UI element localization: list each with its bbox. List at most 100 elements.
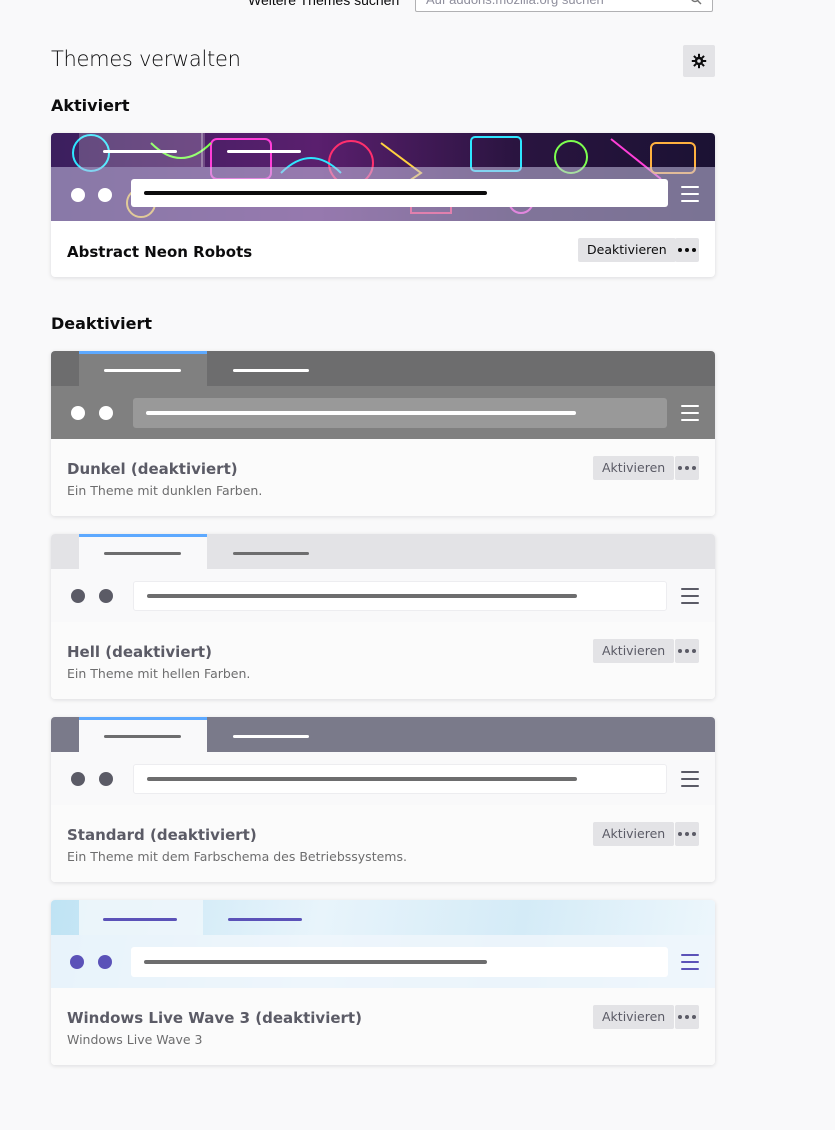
theme-card-default: Standard (deaktiviert) Ein Theme mit dem… [51,717,715,882]
toolbar-dot [99,589,113,603]
preview-active-tab [79,534,207,569]
toolbar-dot [99,406,113,420]
inactive-tab-line [233,735,309,738]
theme-name: Dunkel (deaktiviert) [67,460,238,478]
url-line [146,411,576,415]
enabled-heading: Aktiviert [51,96,130,115]
theme-description: Ein Theme mit dunklen Farben. [67,483,263,498]
theme-description: Windows Live Wave 3 [67,1032,203,1047]
enable-button[interactable]: Aktivieren [593,1005,675,1029]
dot [685,1015,689,1019]
url-line [144,960,487,964]
preview-toolbar [51,935,715,988]
theme-card-windows-live-wave: Windows Live Wave 3 (deaktiviert) Window… [51,900,715,1065]
tab-label-line [104,369,181,372]
dot [678,832,682,836]
dot [678,466,682,470]
theme-preview [51,534,715,622]
theme-card-dark: Dunkel (deaktiviert) Ein Theme mit dunkl… [51,351,715,516]
toolbar-dot [71,188,85,202]
theme-card-light: Hell (deaktiviert) Ein Theme mit hellen … [51,534,715,699]
theme-preview [51,717,715,805]
tab-highlight [79,717,207,720]
menu-icon [681,588,699,604]
tab-label-line [104,735,181,738]
inactive-tab-line [233,369,309,372]
page-title: Themes verwalten [51,47,241,71]
url-line [147,777,577,781]
preview-urlbar [133,398,667,428]
dot [692,649,696,653]
more-options-button[interactable] [675,238,699,262]
dot [692,1015,696,1019]
dot [678,248,682,252]
theme-description: Ein Theme mit dem Farbschema des Betrieb… [67,849,407,864]
menu-icon [681,954,699,970]
dot [692,466,696,470]
theme-name: Hell (deaktiviert) [67,643,212,661]
theme-name: Windows Live Wave 3 (deaktiviert) [67,1009,362,1027]
preview-urlbar [133,581,667,611]
menu-icon [681,405,699,421]
neon-robots-artwork [51,133,715,221]
theme-preview [51,900,715,988]
more-options-button[interactable] [675,1005,699,1029]
disabled-heading: Deaktiviert [51,314,153,333]
search-icon[interactable] [690,0,702,5]
toolbar-dot [70,955,84,969]
enable-button[interactable]: Aktivieren [593,456,675,480]
menu-icon [681,771,699,787]
tab-label-line [104,552,181,555]
dot [685,248,689,252]
search-box[interactable] [415,0,713,12]
card-footer: Hell (deaktiviert) Ein Theme mit hellen … [51,622,715,699]
theme-name: Abstract Neon Robots [67,243,253,261]
search-label: Weitere Themes suchen [248,0,400,8]
inactive-tab-line [227,150,301,153]
preview-toolbar [51,752,715,805]
dot [692,248,696,252]
dot [685,649,689,653]
dot [685,832,689,836]
addons-search-bar: Weitere Themes suchen [0,0,835,14]
active-tab-line [103,150,177,153]
enable-button[interactable]: Aktivieren [593,639,675,663]
card-footer: Abstract Neon Robots Deaktivieren [51,221,715,277]
url-line [147,594,577,598]
toolbar-dot [71,589,85,603]
toolbar-dot [71,406,85,420]
card-footer: Dunkel (deaktiviert) Ein Theme mit dunkl… [51,439,715,516]
theme-preview [51,133,715,221]
toolbar-dot [99,772,113,786]
toolbar-dot [71,772,85,786]
more-options-button[interactable] [675,639,699,663]
search-input[interactable] [426,0,676,7]
url-line [144,191,487,195]
preview-urlbar [131,947,668,977]
preview-toolbar [51,386,715,439]
more-options-button[interactable] [675,456,699,480]
dot [685,466,689,470]
preview-urlbar [133,764,667,794]
theme-card-enabled: Abstract Neon Robots Deaktivieren [51,133,715,277]
card-footer: Windows Live Wave 3 (deaktiviert) Window… [51,988,715,1065]
inactive-tab-line [228,918,302,921]
preview-toolbar [51,569,715,622]
dot [678,1015,682,1019]
theme-name: Standard (deaktiviert) [67,826,257,844]
tab-highlight [79,351,207,354]
dot [692,832,696,836]
inactive-tab-line [233,552,309,555]
more-options-button[interactable] [675,822,699,846]
menu-icon [681,186,699,202]
enable-button[interactable]: Aktivieren [593,822,675,846]
disable-button[interactable]: Deaktivieren [578,238,676,262]
preview-active-tab [79,351,207,386]
dot [678,649,682,653]
toolbar-dot [98,188,112,202]
preview-urlbar [131,179,668,207]
tab-highlight [79,534,207,537]
toolbar-dot [98,955,112,969]
card-footer: Standard (deaktiviert) Ein Theme mit dem… [51,805,715,882]
settings-button[interactable] [683,45,715,77]
